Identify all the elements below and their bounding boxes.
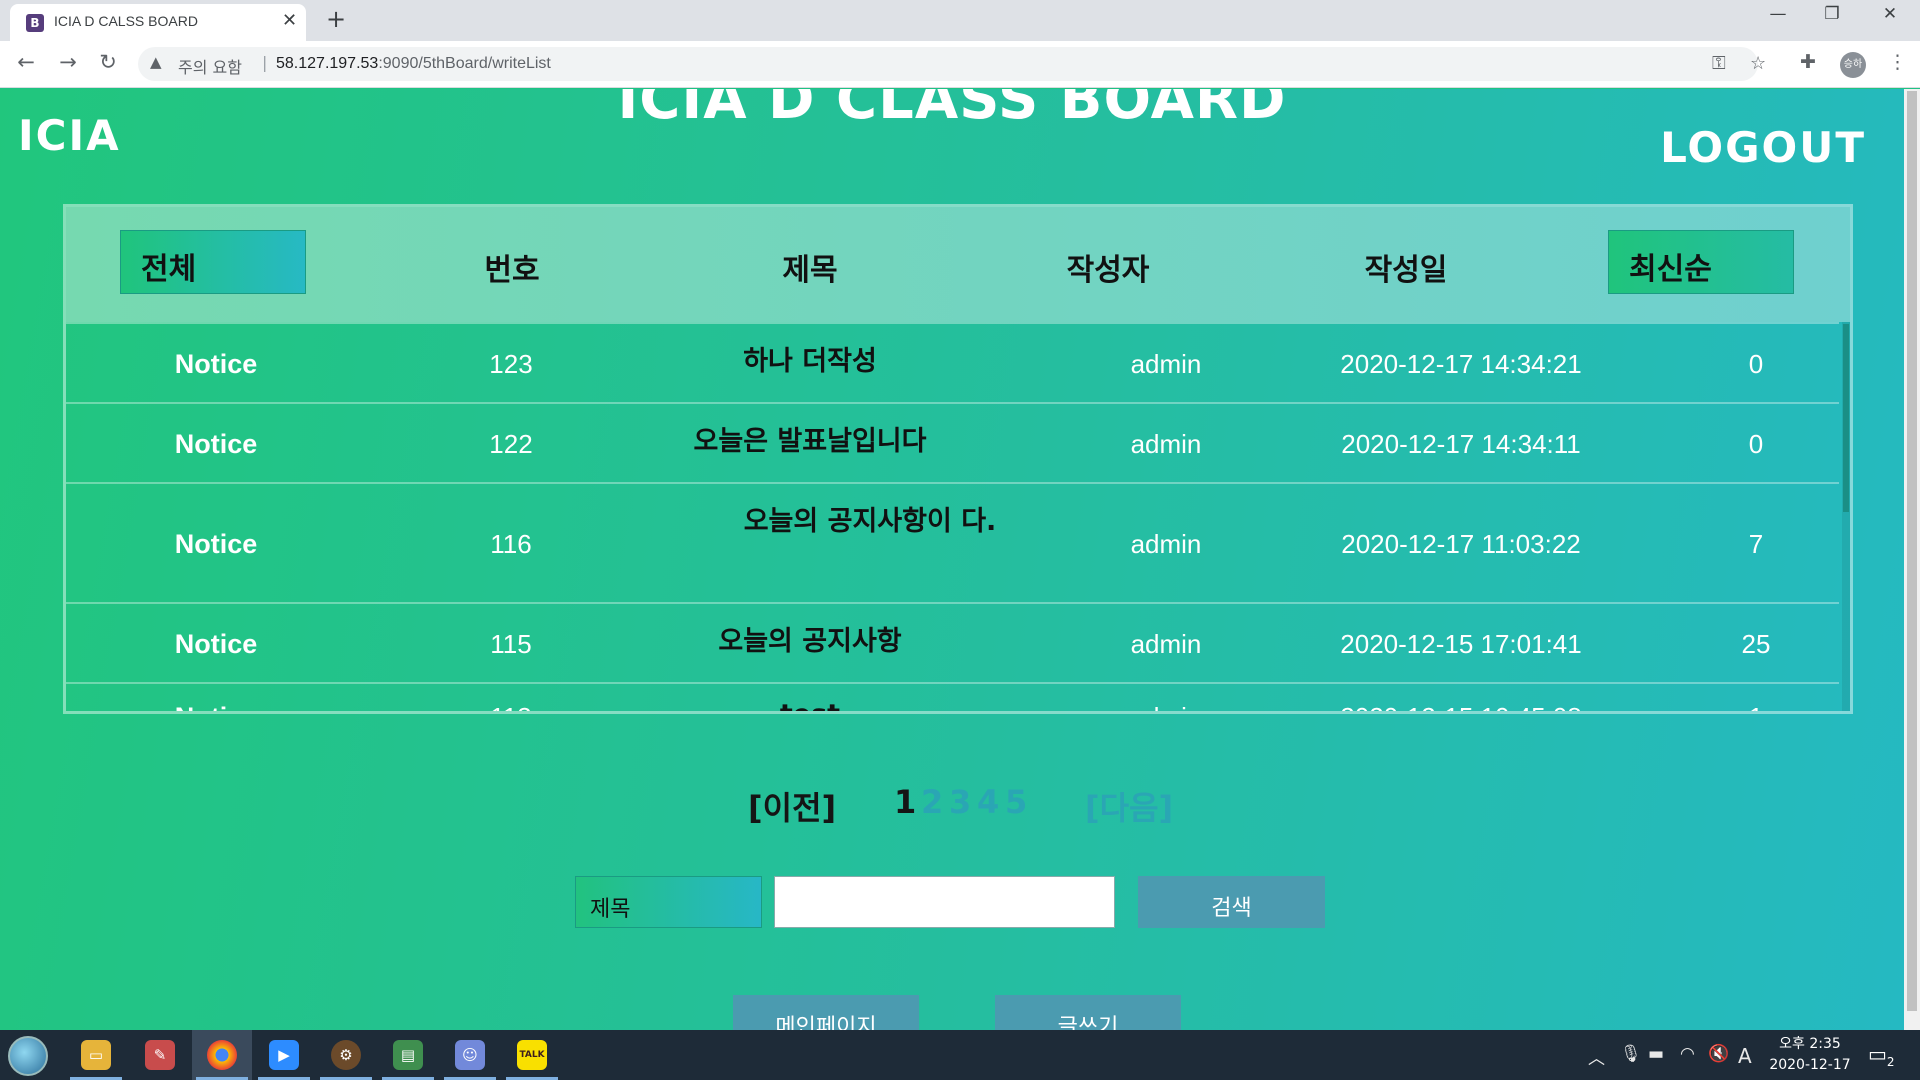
column-header-title: 제목 <box>782 253 838 288</box>
search-input[interactable] <box>774 876 1115 928</box>
key-icon[interactable]: ⚿ <box>1712 53 1726 74</box>
table-row[interactable]: Notice 122 오늘은 발표날입니다 admin 2020-12-17 1… <box>66 402 1839 482</box>
pagination-prev[interactable]: [이전] <box>748 783 836 829</box>
column-header-number: 번호 <box>484 253 540 288</box>
search-field-select[interactable]: 제목 <box>575 876 762 928</box>
row-type: Notice <box>174 349 258 379</box>
pagination-next[interactable]: [다음] <box>1085 783 1173 829</box>
page-scrollbar[interactable] <box>1904 89 1920 1030</box>
page-link-3[interactable]: 3 <box>949 783 971 821</box>
row-type: Notice <box>66 702 366 711</box>
write-post-button[interactable]: 글쓰기 <box>995 995 1181 1030</box>
notification-center-icon[interactable]: ▭2 <box>1868 1042 1895 1069</box>
volume-muted-icon[interactable]: 🔇 <box>1708 1044 1729 1064</box>
chrome-icon[interactable] <box>192 1030 252 1080</box>
row-views: 25 <box>1741 629 1771 659</box>
table-row[interactable]: Notice 115 오늘의 공지사항 admin 2020-12-15 17:… <box>66 602 1839 682</box>
main-page-button[interactable]: 메인페이지 <box>733 995 919 1030</box>
page-link-5[interactable]: 5 <box>1005 783 1027 821</box>
media-icon[interactable]: ▤ <box>378 1030 438 1080</box>
browser-tab[interactable]: B ICIA D CALSS BOARD ✕ <box>10 4 306 41</box>
row-title-link[interactable]: test <box>610 695 1010 711</box>
page-scrollbar-thumb[interactable] <box>1907 91 1917 1011</box>
board-header-row: 전체 번호 제목 작성자 작성일 최신순 <box>66 207 1850 322</box>
row-title-link[interactable]: 오늘의 공지사항이 다. <box>735 502 1005 542</box>
site-title: ICIA D CLASS BOARD <box>617 89 1287 132</box>
board-rows: Notice 123 하나 더작성 admin 2020-12-17 14:34… <box>66 322 1839 711</box>
forward-icon[interactable]: → <box>54 50 82 74</box>
minimize-icon[interactable]: — <box>1758 4 1798 24</box>
board-table: 전체 번호 제목 작성자 작성일 최신순 Notice 123 하나 더작성 a… <box>63 204 1853 714</box>
discord-icon[interactable]: ☺ <box>440 1030 500 1080</box>
row-type: Notice <box>174 429 258 459</box>
column-header-author: 작성자 <box>1066 253 1150 288</box>
address-bar[interactable]: ▲ 주의 요함 | 58.127.197.53:9090/5thBoard/wr… <box>138 47 1766 81</box>
reload-icon[interactable]: ↻ <box>94 50 122 74</box>
row-date: 2020-12-17 14:34:11 <box>1341 429 1581 459</box>
board-scrollbar-thumb[interactable] <box>1843 324 1849 512</box>
logout-link[interactable]: LOGOUT <box>1660 123 1866 172</box>
sort-select[interactable]: 최신순 <box>1608 230 1794 294</box>
close-window-icon[interactable]: ✕ <box>1870 4 1910 24</box>
row-title-link[interactable]: 오늘의 공지사항 <box>610 622 1010 662</box>
zoom-icon[interactable]: ▶ <box>254 1030 314 1080</box>
bookmark-star-icon[interactable]: ☆ <box>1750 53 1766 74</box>
menu-kebab-icon[interactable]: ⋮ <box>1888 51 1907 73</box>
bootstrap-favicon-icon: B <box>26 14 44 32</box>
table-row[interactable]: Notice 123 하나 더작성 admin 2020-12-17 14:34… <box>66 322 1839 402</box>
row-date: 2020-12-17 11:03:22 <box>1341 529 1581 559</box>
microphone-icon[interactable]: 🎙 <box>1620 1044 1642 1064</box>
search-button[interactable]: 검색 <box>1138 876 1325 928</box>
page-link-2[interactable]: 2 <box>921 783 943 821</box>
taskbar-clock[interactable]: 오후 2:35 2020-12-17 <box>1762 1034 1858 1076</box>
divider: | <box>262 53 268 72</box>
browser-toolbar: ← → ↻ ▲ 주의 요함 | 58.127.197.53:9090/5thBo… <box>0 41 1920 88</box>
restore-icon[interactable]: ❐ <box>1812 4 1852 24</box>
row-type: Notice <box>174 529 258 559</box>
ime-indicator[interactable]: A <box>1738 1044 1752 1068</box>
page-link-1[interactable]: 1 <box>894 783 916 821</box>
column-header-date: 작성일 <box>1364 253 1448 288</box>
security-status[interactable]: 주의 요함 <box>178 54 242 78</box>
browser-tab-strip: B ICIA D CALSS BOARD ✕ + — ❐ ✕ <box>0 0 1920 41</box>
clock-date: 2020-12-17 <box>1769 1057 1851 1073</box>
filter-select[interactable]: 전체 <box>120 230 306 294</box>
tab-title: ICIA D CALSS BOARD <box>54 13 198 29</box>
battery-icon[interactable]: ▬ <box>1648 1044 1664 1064</box>
wifi-icon[interactable]: ◠ <box>1680 1044 1695 1064</box>
board-scrollbar[interactable] <box>1842 322 1850 711</box>
start-button[interactable] <box>8 1036 48 1076</box>
row-views: 1 <box>1606 702 1839 711</box>
extensions-puzzle-icon[interactable]: ✚ <box>1800 51 1816 73</box>
table-row[interactable]: Notice 116 오늘의 공지사항이 다. admin 2020-12-17… <box>66 482 1839 602</box>
row-type: Notice <box>174 629 258 659</box>
close-tab-icon[interactable]: ✕ <box>282 10 297 31</box>
warning-icon[interactable]: ▲ <box>150 53 162 71</box>
back-icon[interactable]: ← <box>12 50 40 74</box>
row-views: 0 <box>1748 429 1764 459</box>
row-date: 2020-12-15 10:45:08 <box>1261 702 1661 711</box>
windows-taskbar: ▭ ✎ ▶ ⚙ ▤ ☺ TALK ︿ 🎙 ▬ ◠ 🔇 A 오후 2:35 202… <box>0 1030 1920 1080</box>
new-tab-button[interactable]: + <box>326 5 346 33</box>
row-title-link[interactable]: 오늘은 발표날입니다 <box>610 422 1010 462</box>
row-date: 2020-12-17 14:34:21 <box>1340 349 1582 379</box>
kakaotalk-icon[interactable]: TALK <box>502 1030 562 1080</box>
row-title-link[interactable]: 하나 더작성 <box>610 342 1010 382</box>
tray-chevron-up-icon[interactable]: ︿ <box>1588 1044 1605 1069</box>
paint-icon[interactable]: ✎ <box>130 1030 190 1080</box>
page-viewport: ICIA D CLASS BOARD ICIA LOGOUT 전체 번호 제목 … <box>0 89 1904 1030</box>
page-link-4[interactable]: 4 <box>977 783 999 821</box>
settings-gear-icon[interactable]: ⚙ <box>316 1030 376 1080</box>
clock-time: 오후 2:35 <box>1779 1036 1841 1052</box>
url-text[interactable]: 58.127.197.53:9090/5thBoard/writeList <box>276 55 551 73</box>
row-views: 0 <box>1748 349 1764 379</box>
row-views: 7 <box>1748 529 1764 559</box>
profile-avatar[interactable]: 승하 <box>1840 52 1866 78</box>
row-date: 2020-12-15 17:01:41 <box>1340 629 1582 659</box>
row-number: 116 <box>490 529 532 559</box>
brand-logo-link[interactable]: ICIA <box>18 111 121 160</box>
table-row[interactable]: Notice 113 test admin 2020-12-15 10:45:0… <box>66 682 1839 711</box>
file-explorer-icon[interactable]: ▭ <box>66 1030 126 1080</box>
